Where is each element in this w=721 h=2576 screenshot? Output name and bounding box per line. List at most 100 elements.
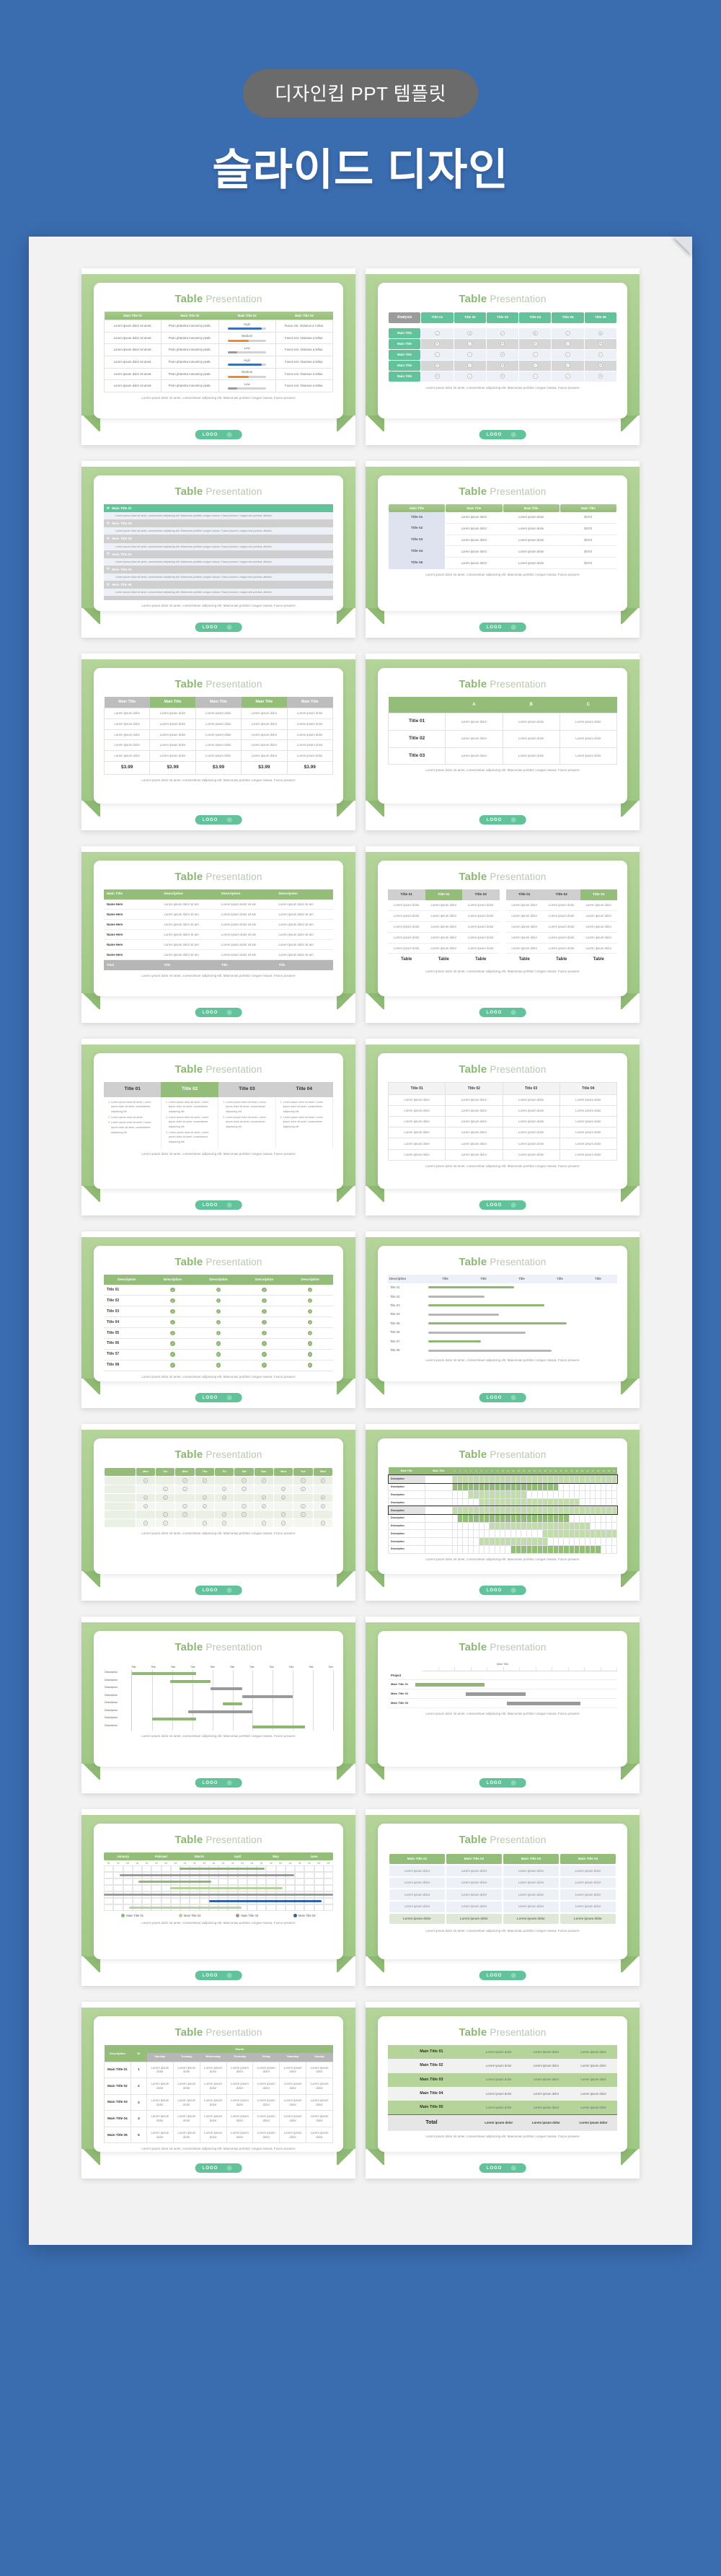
check-circle-icon: ✓ <box>202 1503 208 1509</box>
slide-heading-bold: Table <box>459 1063 487 1076</box>
slide-thumbnail-s12[interactable]: Table Presentation Description Title Title T… <box>366 1231 640 1408</box>
table-cell <box>531 1521 538 1531</box>
logo-badge[interactable]: LOGO <box>195 1008 242 1017</box>
logo-badge[interactable]: LOGO <box>479 1200 526 1210</box>
table-cell: Lorem ipsum dolor <box>445 1127 503 1139</box>
check-icon: ✓ <box>565 374 570 379</box>
table-cell <box>494 1513 501 1523</box>
table-cell: Lorem ipsum dolor <box>462 910 500 923</box>
table-header-cell: 17 <box>537 1467 543 1476</box>
logo-badge[interactable]: LOGO <box>195 1200 242 1210</box>
slide-thumbnail-s19[interactable]: Table Presentation Description ID Month Mond… <box>81 2002 355 2179</box>
slide-thumbnail-s02[interactable]: Table Presentation Analysis Title 01 Title … <box>366 268 640 445</box>
table-cell <box>473 1474 479 1484</box>
logo-badge[interactable]: LOGO <box>479 2163 526 2173</box>
logo-badge[interactable]: LOGO <box>195 1586 242 1595</box>
logo-badge[interactable]: LOGO <box>195 623 242 632</box>
accordion-header[interactable]: ⟳ Main Title 01 <box>104 504 333 513</box>
logo-badge[interactable]: LOGO <box>479 1778 526 1788</box>
slide-thumbnail-s03[interactable]: Table Presentation ⟳ Main Title 01 Lorem ip… <box>81 461 355 638</box>
slide-thumbnail-s13[interactable]: Table Presentation Mon Tue Wed Thu Fri Sat Sun M… <box>81 1424 355 1601</box>
table-cell <box>521 1513 527 1523</box>
table-cell <box>526 1482 533 1492</box>
logo-badge[interactable]: LOGO <box>195 430 242 439</box>
slide-thumbnail-s04[interactable]: Table Presentation Main Title Main Title Ma… <box>366 461 640 638</box>
slide-thumbnail-s20[interactable]: Table Presentation Main Title 01 Lorem ips… <box>366 2002 640 2179</box>
logo-badge[interactable]: LOGO <box>195 2163 242 2173</box>
accordion-tail <box>104 596 333 601</box>
table-cell: Lorem ipsum dolor <box>149 750 196 762</box>
slide-heading: Table Presentation <box>388 485 617 498</box>
slide-thumbnail-s09[interactable]: Table Presentation Title 01 Title 02 Title … <box>81 1039 355 1216</box>
table-cell: Fusce est. Vivamus a t ellus. <box>275 319 334 333</box>
table-row: Main Title 02 Lorem ipsum dolor Lorem ipsu… <box>388 2059 617 2073</box>
slide-thumbnail-s07[interactable]: Table Presentation Main Title Description D… <box>81 846 355 1023</box>
accordion-header[interactable]: ⟳ Main Title 05 <box>104 565 333 573</box>
table-cell: Lorem ipsum dolor <box>502 1104 560 1117</box>
logo-badge[interactable]: LOGO <box>479 1971 526 1980</box>
logo-badge[interactable]: LOGO <box>195 815 242 825</box>
logo-badge[interactable]: LOGO <box>195 1778 242 1788</box>
table-cell: ✓ <box>175 1477 195 1485</box>
table-cell: Lorem ipsum dolor <box>286 750 334 762</box>
slide-card: Table Presentation Description ID Month Mond… <box>94 2016 343 2152</box>
table-cell: ✓ <box>552 328 584 338</box>
logo-badge[interactable]: LOGO <box>195 1971 242 1980</box>
table-cell <box>541 1498 549 1507</box>
table-row: Lorem ipsum dolor Lorem ipsum dolor Lorem … <box>387 1094 618 1106</box>
accordion-header[interactable]: ⟳ Main Title 02 <box>104 519 333 528</box>
table-header-cell: Sun <box>254 1468 274 1477</box>
slide-thumbnail-s18[interactable]: Table Presentation Main Title 01 Main Titl… <box>366 1809 640 1986</box>
check-icon: ✓ <box>435 330 440 335</box>
gantt-row-label: Description <box>388 1537 425 1546</box>
slide-row: Table Presentation Mon Tue Wed Thu Fri Sat Sun M… <box>29 1424 692 1601</box>
table-cell <box>568 1505 575 1515</box>
slide-thumbnail-s14[interactable]: Table Presentation Main Title Main Title 1 2… <box>366 1424 640 1601</box>
table-cell: ✓ <box>136 1493 156 1502</box>
gantt-tick-label: Title <box>229 1666 235 1669</box>
check-icon: ✓ <box>170 1298 175 1304</box>
table-row: Title 02 ✓ ✓ ✓ ✓ <box>104 1295 333 1307</box>
logo-badge[interactable]: LOGO <box>479 815 526 825</box>
slide-thumbnail-s05[interactable]: Table Presentation Main Title Main Title Ma… <box>81 654 355 830</box>
slide-thumbnail-s08[interactable]: Table Presentation Title 01 Title 02 Title … <box>366 846 640 1023</box>
logo-badge[interactable]: LOGO <box>479 1393 526 1402</box>
gantt-cell <box>161 1885 171 1891</box>
table-cell: Lorem ipsum dolor <box>474 2086 523 2101</box>
check-icon: ✓ <box>435 352 440 357</box>
slide-thumbnail-s11[interactable]: Table Presentation Description Description… <box>81 1231 355 1408</box>
slide-thumbnail-s16[interactable]: Table Presentation Main Title Project Main … <box>366 1617 640 1793</box>
table-header-cell: Saturday <box>279 2053 306 2062</box>
slide-thumbnail-s06[interactable]: Table Presentation A B C Title 01 Lorem ipsum… <box>366 654 640 830</box>
slide-caption: Lorem ipsum dolor sit amet, consectetuer… <box>425 572 580 576</box>
logo-badge[interactable]: LOGO <box>479 1586 526 1595</box>
table-cell: Lorem ipsum dolor sit am <box>218 900 276 910</box>
slide-thumbnail-s17[interactable]: Table Presentation January Februari March Ap… <box>81 1809 355 1986</box>
logo-badge[interactable]: LOGO <box>479 1008 526 1017</box>
slide-thumbnail-s15[interactable]: Table Presentation Title Title Title Title Ti… <box>81 1617 355 1793</box>
logo-badge[interactable]: LOGO <box>479 430 526 439</box>
table-cell: Lorem ipsum dolor <box>580 943 617 954</box>
gantt-cell <box>113 1904 123 1911</box>
gantt-bar <box>222 1702 243 1705</box>
logo-badge[interactable]: LOGO <box>479 623 526 632</box>
gantt-tick-label: Title <box>288 1666 294 1669</box>
slide-thumbnail-s01[interactable]: Table Presentation Main Title 01 Main Titl… <box>81 268 355 445</box>
numbered-list-item: Lorem ipsum dolor sit amet, Lorem ipsum … <box>169 1130 216 1145</box>
accordion-header[interactable]: ⟳ Main Title 04 <box>104 550 333 558</box>
gantt-row <box>104 1898 333 1904</box>
slide-thumbnail-s10[interactable]: Table Presentation Title 01 Title 02 Title … <box>366 1039 640 1216</box>
table-cell <box>510 1505 517 1515</box>
gantt-cell <box>170 1898 180 1904</box>
check-circle-icon: ✓ <box>280 1495 286 1500</box>
gantt-cell <box>304 1865 314 1872</box>
slide-heading: Table Presentation <box>104 1449 333 1461</box>
table-cell: Lorem ipsum dolor <box>226 2126 254 2144</box>
gantt-week-label: 03 <box>279 1861 282 1865</box>
table-row: Description <box>388 1490 618 1500</box>
accordion-title: Main Title 05 <box>112 567 132 571</box>
table-cell: $XXX <box>559 524 616 535</box>
accordion-header[interactable]: ⟳ Main Title 03 <box>104 535 333 543</box>
accordion-header[interactable]: ⟳ Main Title 06 <box>104 580 333 589</box>
logo-badge[interactable]: LOGO <box>195 1393 242 1402</box>
